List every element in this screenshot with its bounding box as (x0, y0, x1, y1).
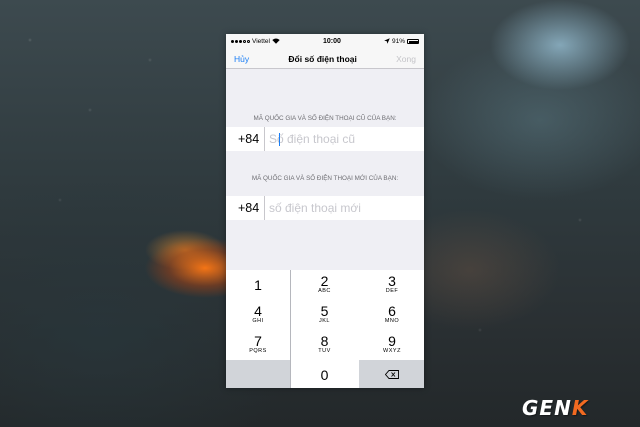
status-time: 10:00 (323, 38, 341, 45)
text-cursor (279, 132, 280, 146)
new-number-label: MÃ QUỐC GIA VÀ SỐ ĐIỆN THOẠI MỚI CỦA BẠN… (251, 175, 399, 182)
old-country-code[interactable]: +84 (226, 127, 265, 151)
key-4[interactable]: 4 GHI (226, 300, 290, 330)
battery-percent: 91% (391, 38, 405, 45)
key-3[interactable]: 3 DEF (359, 270, 424, 300)
phone-screen: Viettel 10:00 91% Hủy Đổi số điện thoại … (226, 34, 424, 388)
key-6[interactable]: 6 MNO (359, 300, 424, 330)
key-5[interactable]: 5 JKL (290, 300, 359, 330)
form-area: MÃ QUỐC GIA VÀ SỐ ĐIỆN THOẠI CŨ CỦA BẠN:… (226, 69, 424, 277)
old-number-row: +84 (226, 127, 424, 151)
status-bar: Viettel 10:00 91% (226, 34, 424, 49)
old-number-input[interactable] (265, 127, 424, 151)
key-0[interactable]: 0 (290, 360, 359, 388)
numeric-keypad: 1 2 ABC 3 DEF 4 GHI 5 JKL 6 MNO 7 PQRS 8 TUV 9W… (226, 270, 424, 388)
key-7[interactable]: 7 PQRS (226, 330, 290, 360)
new-number-row: +84 (226, 196, 424, 220)
delete-key[interactable] (359, 360, 424, 388)
cancel-button[interactable]: Hủy (234, 54, 249, 64)
page-title: Đổi số điện thoại (288, 53, 357, 64)
battery-icon (407, 39, 419, 44)
key-blank (226, 360, 290, 388)
key-1[interactable]: 1 (226, 270, 290, 300)
new-number-input[interactable] (265, 196, 424, 220)
carrier-name: Viettel (252, 38, 270, 45)
key-2[interactable]: 2 ABC (290, 270, 359, 300)
key-9[interactable]: 9 WXYZ (359, 330, 424, 360)
backspace-icon (385, 370, 399, 380)
wifi-icon (272, 38, 280, 46)
signal-icon (231, 40, 250, 43)
key-8[interactable]: 8 TUV (290, 330, 359, 360)
navigation-bar: Hủy Đổi số điện thoại Xong (226, 49, 424, 69)
done-button[interactable]: Xong (396, 54, 416, 64)
new-country-code[interactable]: +84 (226, 196, 265, 220)
old-number-label: MÃ QUỐC GIA VÀ SỐ ĐIỆN THOẠI CŨ CỦA BẠN: (253, 115, 397, 122)
location-icon (384, 37, 390, 46)
genk-logo: GENK (522, 396, 589, 420)
